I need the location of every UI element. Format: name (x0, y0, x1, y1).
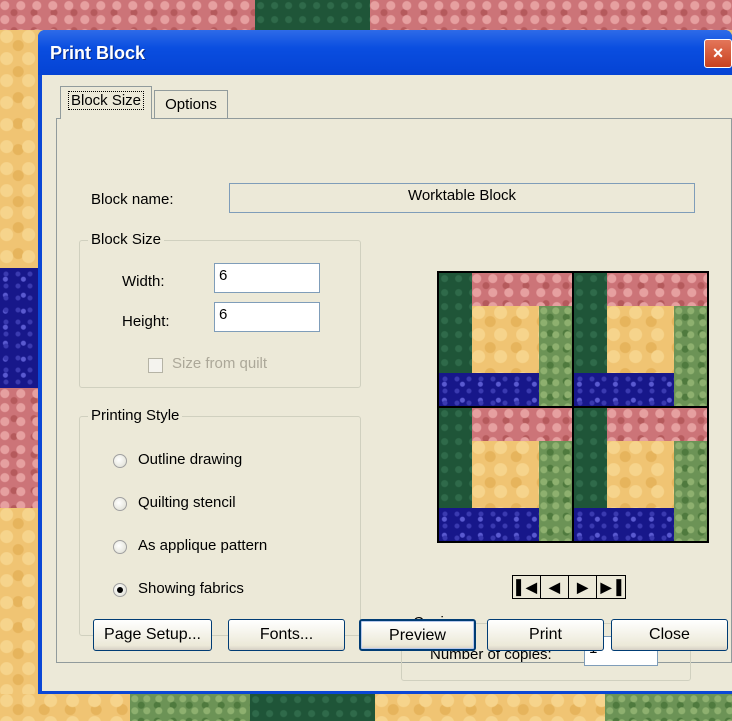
height-input[interactable]: 6 (214, 302, 320, 332)
width-label: Width: (122, 273, 165, 290)
tab-label: Options (165, 96, 217, 113)
quilt-background (0, 268, 38, 388)
preview-button[interactable]: Preview (359, 619, 476, 651)
quilt-background (0, 508, 38, 721)
previous-block-button[interactable]: ◀ (541, 576, 569, 598)
page-setup-button[interactable]: Page Setup... (93, 619, 212, 651)
tab-options[interactable]: Options (154, 90, 228, 118)
quilt-background (0, 388, 38, 508)
close-button[interactable]: Close (611, 619, 728, 651)
close-window-button[interactable]: × (704, 39, 732, 68)
title-bar[interactable]: Print Block × (38, 30, 732, 75)
size-from-quilt-label: Size from quilt (172, 355, 268, 372)
quilt-background (0, 694, 130, 721)
radio-outline-drawing[interactable] (113, 454, 127, 468)
first-block-button[interactable]: ▌◀ (513, 576, 541, 598)
window-title: Print Block (50, 43, 146, 63)
quilt-background (605, 694, 732, 721)
close-icon: × (712, 43, 724, 63)
preview-navigation: ▌◀ ◀ ▶ ▶▐ (512, 575, 626, 599)
radio-showing-fabrics[interactable] (113, 583, 127, 597)
print-button[interactable]: Print (487, 619, 604, 651)
fonts-button[interactable]: Fonts... (228, 619, 345, 651)
tab-label: Block Size (67, 91, 145, 110)
quilt-background (255, 0, 370, 30)
width-input[interactable]: 6 (214, 263, 320, 293)
next-block-button[interactable]: ▶ (569, 576, 597, 598)
size-from-quilt-checkbox[interactable] (148, 358, 163, 373)
group-title: Printing Style (88, 407, 183, 424)
dialog-client-area: Block Size Options Block name: Worktable… (42, 75, 732, 691)
group-title: Block Size (88, 231, 165, 248)
radio-label: Showing fabrics (138, 580, 244, 597)
quilt-background (375, 694, 605, 721)
quilt-background (130, 694, 250, 721)
print-block-dialog: Print Block × Block Size Options Block n… (38, 30, 732, 694)
radio-label: As applique pattern (138, 537, 268, 554)
tab-panel-block-size: Block name: Worktable Block Block Size W… (56, 118, 732, 681)
radio-quilting-stencil[interactable] (113, 497, 127, 511)
radio-label: Quilting stencil (138, 494, 236, 511)
prev-icon: ◀ (549, 579, 560, 595)
printing-style-group: Printing Style Outline drawing Quilting … (79, 407, 361, 636)
quilt-background (0, 30, 38, 268)
radio-label: Outline drawing (138, 451, 243, 468)
tab-block-size[interactable]: Block Size (60, 86, 152, 119)
block-name-field: Worktable Block (229, 183, 695, 213)
quilt-background (0, 0, 255, 30)
radio-as-applique-pattern[interactable] (113, 540, 127, 554)
quilt-background (370, 0, 732, 30)
last-icon: ▶▐ (600, 579, 622, 595)
next-icon: ▶ (577, 579, 588, 595)
first-icon: ▌◀ (516, 579, 537, 595)
block-preview-image (437, 271, 709, 543)
height-label: Height: (122, 313, 170, 330)
quilt-background (250, 694, 375, 721)
last-block-button[interactable]: ▶▐ (597, 576, 625, 598)
block-name-label: Block name: (91, 191, 174, 208)
block-size-group: Block Size Width: 6 Height: 6 Size from … (79, 231, 361, 388)
